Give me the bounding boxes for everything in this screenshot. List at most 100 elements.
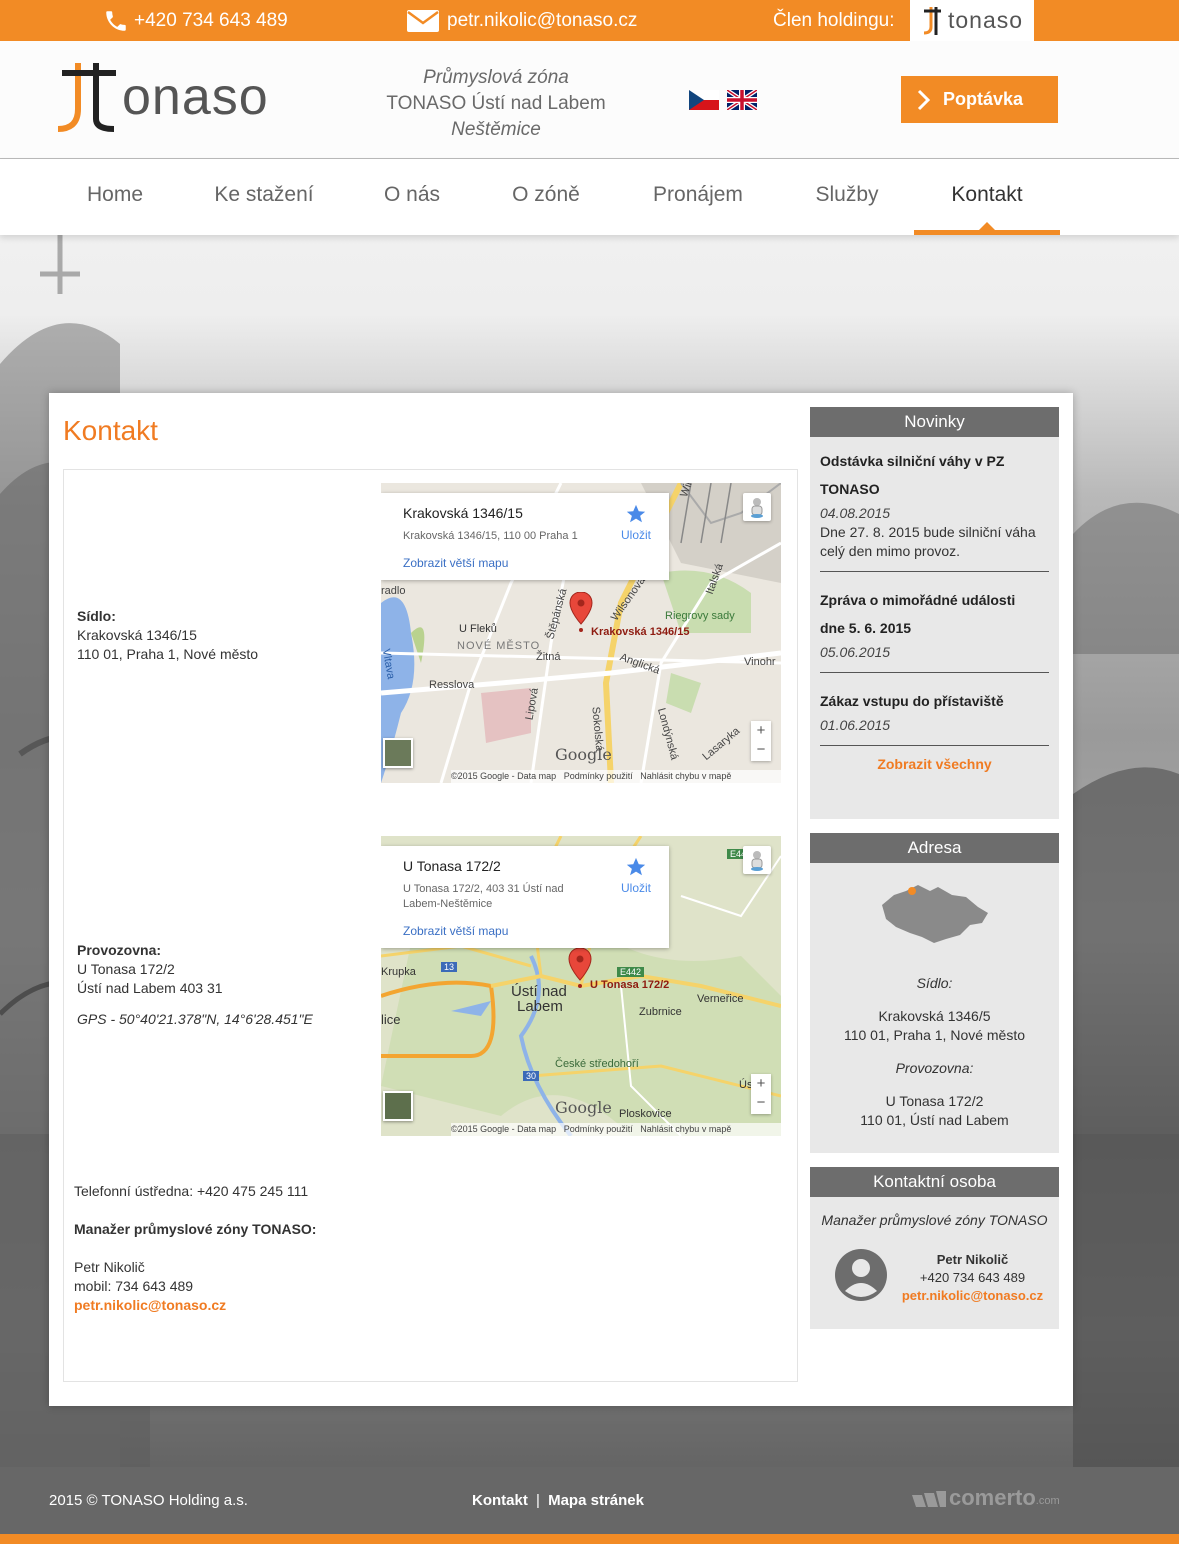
map-footer: ©2015 Google - Data map Podmínky použití… xyxy=(451,1123,781,1136)
satellite-toggle[interactable] xyxy=(383,738,413,768)
czech-map-icon xyxy=(882,885,988,943)
copyright: 2015 © TONASO Holding a.s. xyxy=(49,1492,248,1509)
map-label: České středohoří xyxy=(555,1058,639,1070)
zoom-out-button[interactable]: − xyxy=(751,741,771,761)
sidlo-block: Sídlo: Krakovská 1346/15 110 01, Praha 1… xyxy=(77,608,259,662)
avatar-icon xyxy=(835,1249,887,1301)
zoom-in-button[interactable]: + xyxy=(751,721,771,741)
map-label: Zubrnice xyxy=(639,1006,682,1018)
map-label: Vinohr xyxy=(744,656,776,668)
news-item[interactable]: Odstávka silniční váhy v PZ TONASO 04.08… xyxy=(820,437,1049,572)
road-badge: 30 xyxy=(523,1071,540,1081)
nav-home[interactable]: Home xyxy=(72,159,158,235)
map-footer: ©2015 Google - Data map Podmínky použití… xyxy=(451,770,781,783)
nav-pronajem[interactable]: Pronájem xyxy=(640,159,756,235)
top-bar: +420 734 643 489 petr.nikolic@tonaso.cz … xyxy=(0,0,1179,41)
map-info-box: Krakovská 1346/15 Krakovská 1346/15, 110… xyxy=(381,493,669,580)
road-badge: 13 xyxy=(441,962,458,972)
map-save-button[interactable]: Uložit xyxy=(621,503,651,542)
map-marker-icon xyxy=(568,948,592,988)
holding-logo[interactable]: tonaso xyxy=(910,0,1034,41)
content-panel: Kontakt Sídlo: Krakovská 1346/15 110 01,… xyxy=(49,393,1073,1406)
uk-flag-icon[interactable] xyxy=(727,90,757,110)
map-info-title: Krakovská 1346/15 xyxy=(403,505,523,521)
highway-badge: E442 xyxy=(617,967,645,977)
phone-number: +420 734 643 489 xyxy=(134,9,288,31)
map-marker-label: Krakovská 1346/15 xyxy=(591,626,690,638)
map-label: Riegrovy sady xyxy=(665,610,735,622)
contact-role: Manažer průmyslové zóny TONASO xyxy=(821,1212,1048,1228)
zoom-controls: + − xyxy=(751,721,771,761)
footer-links: Kontakt | Mapa stránek xyxy=(472,1492,644,1509)
map-label: lice xyxy=(381,1012,401,1027)
address-widget: Adresa Sídlo: Krakovská 1346/5 110 01, P… xyxy=(810,833,1059,1153)
star-icon xyxy=(626,857,646,876)
map-save-button[interactable]: Uložit xyxy=(621,856,651,895)
contact-person-widget: Kontaktní osoba Manažer průmyslové zóny … xyxy=(810,1167,1059,1329)
comerto-logo[interactable]: comerto .com xyxy=(912,1487,1060,1509)
zoom-controls: + − xyxy=(751,1074,771,1114)
contact-title: Kontaktní osoba xyxy=(810,1167,1059,1197)
street-view-button[interactable] xyxy=(743,846,771,874)
footer-link-kontakt[interactable]: Kontakt xyxy=(472,1492,528,1509)
contact-box: Sídlo: Krakovská 1346/15 110 01, Praha 1… xyxy=(63,469,798,1382)
manager-email-link[interactable]: petr.nikolic@tonaso.cz xyxy=(74,1296,226,1315)
map-label: NOVÉ MĚSTO xyxy=(457,640,541,652)
map-label: Labem xyxy=(517,998,563,1015)
news-title: Novinky xyxy=(810,407,1059,437)
google-logo: Google xyxy=(555,745,612,764)
manager-block: Petr Nikolič mobil: 734 643 489 petr.nik… xyxy=(74,1259,227,1315)
footer-accent-bar xyxy=(0,1534,1179,1544)
zoom-out-button[interactable]: − xyxy=(751,1094,771,1114)
chevron-right-icon xyxy=(917,89,931,110)
address-block: Sídlo: Krakovská 1346/5 110 01, Praha 1,… xyxy=(843,975,1026,1128)
site-logo[interactable]: onaso xyxy=(56,61,306,133)
map-info-title: U Tonasa 172/2 xyxy=(403,858,501,874)
map-marker-icon xyxy=(569,592,593,632)
map-larger-link[interactable]: Zobrazit větší mapu xyxy=(403,556,649,570)
holding-label: Člen holdingu: xyxy=(773,9,895,31)
comerto-mark-icon xyxy=(912,1491,946,1507)
tonaso-logo-icon xyxy=(57,63,116,132)
phone-icon xyxy=(106,10,126,31)
map-label: Krupka xyxy=(381,966,416,978)
news-all-link[interactable]: Zobrazit všechny xyxy=(820,756,1049,772)
map-label: Verneřice xyxy=(697,993,744,1005)
mail-icon xyxy=(407,9,439,32)
footer-link-mapa[interactable]: Mapa stránek xyxy=(548,1492,644,1509)
poptavka-button[interactable]: Poptávka xyxy=(901,76,1058,123)
phone-link[interactable]: +420 734 643 489 xyxy=(103,0,288,41)
star-icon xyxy=(626,504,646,523)
nav-o-zone[interactable]: O zóně xyxy=(500,159,592,235)
pegman-icon xyxy=(751,851,763,871)
map-label: Ploskovice xyxy=(619,1108,672,1120)
nav-ke-stazeni[interactable]: Ke stažení xyxy=(204,159,324,235)
map-usti[interactable]: Krupka Ústí nad Labem Zubrnice Verneřice… xyxy=(381,836,781,1136)
news-widget: Novinky Odstávka silniční váhy v PZ TONA… xyxy=(810,407,1059,819)
street-view-button[interactable] xyxy=(743,493,771,521)
manager-heading: Manažer průmyslové zóny TONASO: xyxy=(74,1221,317,1237)
zona-description: Průmyslová zóna TONASO Ústí nad Labem Ne… xyxy=(386,67,606,140)
czech-flag-icon[interactable] xyxy=(689,90,719,110)
map-label: radlo xyxy=(381,585,406,597)
tonaso-logo-mark-icon xyxy=(923,6,941,35)
news-item[interactable]: Zákaz vstupu do přístaviště 01.06.2015 xyxy=(820,673,1049,746)
email-link[interactable]: petr.nikolic@tonaso.cz xyxy=(406,0,637,41)
map-info-address: U Tonasa 172/2, 403 31 Ústí nad Labem-Ne… xyxy=(403,883,564,910)
provozovna-block: Provozovna: U Tonasa 172/2 Ústí nad Labe… xyxy=(77,942,313,1027)
logo-text: onaso xyxy=(122,68,269,126)
map-info-address: Krakovská 1346/15, 110 00 Praha 1 xyxy=(403,530,578,542)
map-larger-link[interactable]: Zobrazit větší mapu xyxy=(403,924,649,938)
map-label: Žitná xyxy=(536,651,561,663)
nav-sluzby[interactable]: Služby xyxy=(804,159,890,235)
contact-details: Petr Nikolič +420 734 643 489 petr.nikol… xyxy=(890,1251,1055,1305)
page-title: Kontakt xyxy=(63,415,158,446)
nav-o-nas[interactable]: O nás xyxy=(372,159,452,235)
email-address: petr.nikolic@tonaso.cz xyxy=(447,9,638,31)
zoom-in-button[interactable]: + xyxy=(751,1074,771,1094)
map-praha[interactable]: U Fleků NOVÉ MĚSTO Žitná Resslova Riegro… xyxy=(381,483,781,783)
news-item[interactable]: Zpráva o mimořádné události dne 5. 6. 20… xyxy=(820,572,1049,673)
satellite-toggle[interactable] xyxy=(383,1091,413,1121)
map-label: Resslova xyxy=(429,679,475,691)
contact-email-link[interactable]: petr.nikolic@tonaso.cz xyxy=(890,1287,1055,1305)
